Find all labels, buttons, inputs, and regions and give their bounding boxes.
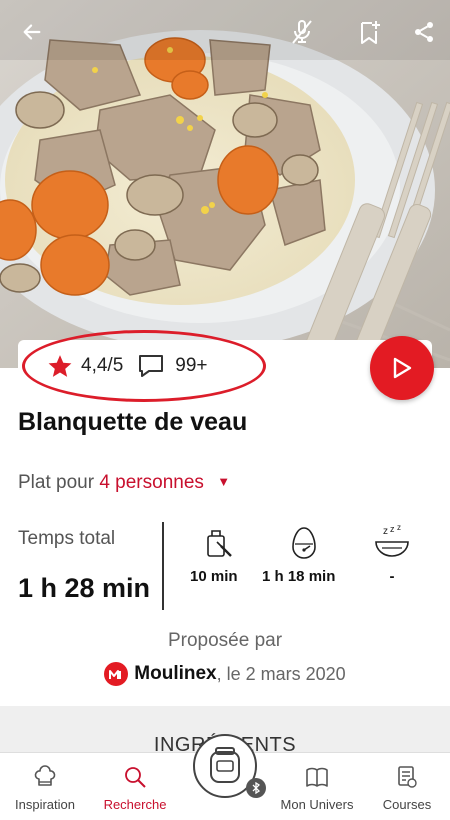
proposed-by-label: Proposée par bbox=[167, 630, 283, 651]
mic-off-icon[interactable] bbox=[286, 16, 318, 48]
divider bbox=[162, 522, 164, 610]
servings-selector[interactable]: Plat pour 4 personnes ▼ bbox=[18, 472, 230, 494]
play-video-button[interactable] bbox=[370, 336, 434, 400]
cook-time: 1 h 18 min bbox=[262, 524, 342, 587]
svg-text:z: z bbox=[390, 524, 395, 534]
rating-score: 4,4/5 bbox=[81, 355, 124, 376]
bluetooth-icon bbox=[246, 778, 266, 798]
prep-icon bbox=[207, 530, 232, 557]
shopping-list-icon bbox=[398, 766, 417, 788]
moulinex-logo-icon bbox=[104, 662, 129, 686]
comments-count: 99+ bbox=[175, 355, 208, 376]
caret-down-icon[interactable]: ▼ bbox=[217, 474, 230, 489]
top-app-bar bbox=[0, 0, 450, 64]
rest-time-value: - bbox=[389, 568, 395, 585]
search-icon bbox=[125, 767, 146, 788]
rest-time: z z z - bbox=[370, 524, 414, 587]
nav-inspiration[interactable]: Inspiration bbox=[8, 763, 82, 812]
recipe-title: Blanquette de veau bbox=[18, 408, 248, 436]
cook-time-value: 1 h 18 min bbox=[262, 568, 336, 585]
back-arrow-icon[interactable] bbox=[16, 16, 48, 48]
comment-icon bbox=[139, 355, 164, 377]
nav-recherche[interactable]: Recherche bbox=[96, 763, 174, 812]
book-icon bbox=[306, 767, 328, 787]
rest-icon: z z z bbox=[375, 524, 409, 557]
timer-icon bbox=[292, 527, 316, 559]
recipe-photo bbox=[0, 0, 450, 368]
total-time-label: Temps total bbox=[18, 528, 116, 549]
servings-prefix: Plat pour bbox=[18, 472, 95, 493]
brand-name[interactable]: Moulinex bbox=[134, 663, 216, 685]
chef-hat-icon bbox=[34, 765, 56, 786]
nav-mon-univers[interactable]: Mon Univers bbox=[274, 763, 360, 812]
rating-highlight[interactable]: 4,4/5 99+ bbox=[22, 330, 266, 402]
nav-label: Inspiration bbox=[15, 797, 75, 812]
cooker-device-icon bbox=[210, 747, 240, 783]
total-time-value: 1 h 28 min bbox=[18, 573, 151, 603]
servings-value[interactable]: 4 personnes bbox=[99, 472, 204, 493]
nav-label: Courses bbox=[382, 797, 432, 812]
prep-time: 10 min bbox=[190, 524, 260, 587]
publish-date: , le 2 mars 2020 bbox=[216, 663, 346, 684]
share-icon[interactable] bbox=[408, 16, 440, 48]
prep-time-value: 10 min bbox=[190, 568, 238, 585]
star-icon bbox=[48, 355, 72, 377]
nav-label: Mon Univers bbox=[280, 797, 354, 812]
author-line[interactable]: Moulinex , le 2 mars 2020 bbox=[0, 662, 450, 686]
play-icon bbox=[393, 357, 412, 379]
svg-text:z: z bbox=[383, 526, 388, 537]
nav-label: Recherche bbox=[103, 797, 167, 812]
bookmark-add-icon[interactable] bbox=[354, 16, 386, 48]
nav-courses[interactable]: Courses bbox=[372, 763, 442, 812]
svg-text:z: z bbox=[397, 524, 401, 532]
